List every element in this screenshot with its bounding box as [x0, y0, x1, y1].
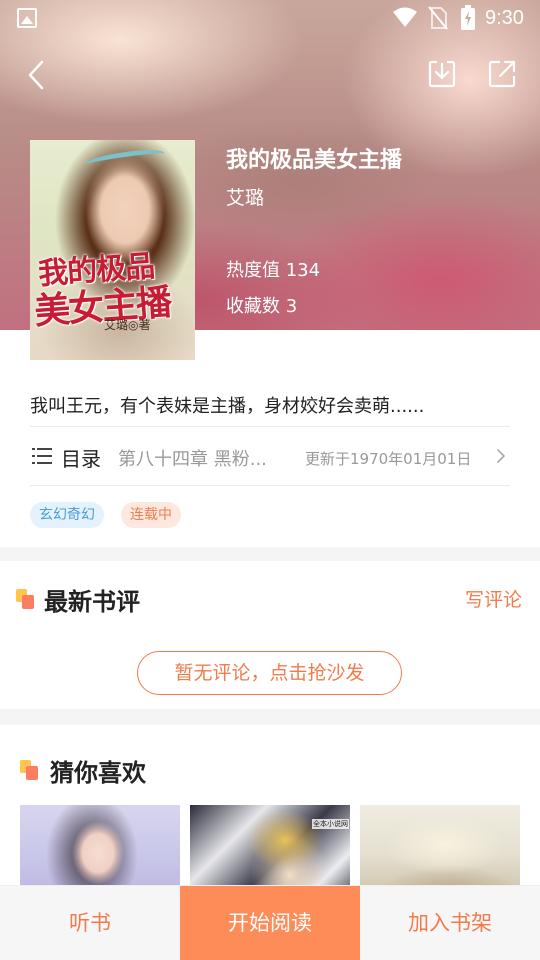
status-time: 9:30	[485, 7, 524, 29]
book-title: 我的极品美女主播	[226, 148, 403, 173]
book-cover: 我的极品 美女主播 艾璐◎著	[30, 140, 195, 360]
section-marker-icon	[16, 589, 34, 609]
write-review-button[interactable]: 写评论	[465, 585, 522, 612]
cover-watermark: 全本小说网	[312, 819, 349, 829]
share-icon[interactable]	[486, 58, 518, 90]
tag-genre[interactable]: 玄幻奇幻	[30, 502, 104, 528]
book-favorites: 收藏数 3	[226, 296, 298, 317]
book-info-card: 我叫王元，有个表妹是主播，身材姣好会卖萌...... 目录 第八十四章 黑粉..…	[0, 330, 540, 547]
download-icon[interactable]	[426, 58, 458, 90]
reviews-section: 最新书评 写评论 暂无评论，点击抢沙发	[0, 561, 540, 709]
book-author[interactable]: 艾璐	[226, 183, 264, 210]
cover-art	[84, 146, 166, 172]
toc-updated-date: 更新于1970年01月01日	[305, 450, 472, 468]
photo-icon	[17, 8, 37, 28]
add-to-shelf-button[interactable]: 加入书架	[360, 886, 540, 960]
recommend-title: 猜你喜欢	[50, 759, 146, 787]
cover-author: 艾璐◎著	[104, 318, 151, 332]
section-marker-icon	[20, 760, 38, 780]
book-synopsis[interactable]: 我叫王元，有个表妹是主播，身材姣好会卖萌......	[30, 392, 424, 418]
listen-button[interactable]: 听书	[0, 886, 180, 960]
reviews-title: 最新书评	[44, 588, 140, 616]
tag-status: 连载中	[121, 502, 181, 528]
toc-latest-chapter: 第八十四章 黑粉...	[118, 449, 267, 470]
bottom-action-bar: 听书 开始阅读 加入书架	[0, 885, 540, 960]
chevron-right-icon	[497, 449, 505, 463]
battery-icon	[461, 5, 475, 30]
status-bar: 9:30	[0, 0, 540, 38]
first-review-button[interactable]: 暂无评论，点击抢沙发	[137, 651, 402, 695]
list-icon	[32, 448, 52, 464]
cover-title-line-2: 美女主播	[32, 282, 172, 333]
divider	[30, 485, 510, 486]
no-sim-icon	[428, 6, 448, 30]
toc-row[interactable]: 目录 第八十四章 黑粉... 更新于1970年01月01日	[0, 427, 540, 485]
start-reading-button[interactable]: 开始阅读	[180, 886, 360, 960]
book-heat: 热度值 134	[226, 260, 321, 281]
back-arrow-icon[interactable]	[24, 58, 54, 92]
toc-label: 目录	[61, 447, 101, 471]
wifi-icon	[393, 7, 417, 27]
